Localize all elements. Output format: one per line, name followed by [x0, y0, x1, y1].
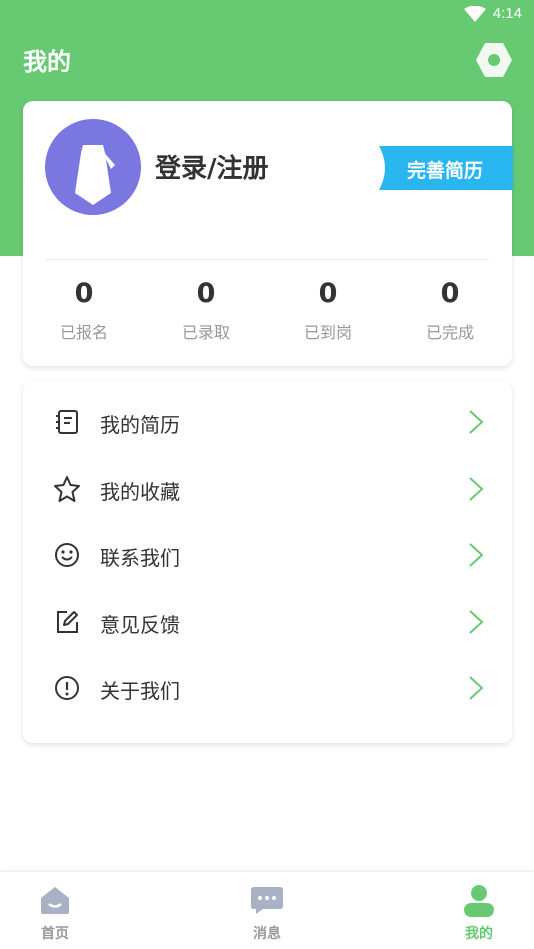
wifi-icon [464, 6, 486, 22]
stats-row: 0 已报名 0 已录取 0 已到岗 0 已完成 [23, 277, 512, 347]
tab-label: 首页 [41, 926, 69, 942]
login-register-link[interactable]: 登录/注册 [155, 148, 269, 185]
resume-icon [56, 410, 78, 434]
settings-hex-icon [476, 43, 512, 77]
edit-icon [57, 611, 78, 633]
menu-item-label: 我的收藏 [100, 480, 180, 504]
complete-resume-label: 完善简历 [407, 160, 484, 182]
menu-item-contact-us[interactable]: 联系我们 [23, 521, 512, 587]
menu-item-label: 意见反馈 [100, 613, 180, 637]
stat-hired[interactable]: 0 已录取 [156, 277, 256, 343]
bottom-tab-bar: 首页 消息 我的 [0, 871, 534, 949]
menu-item-label: 我的简历 [100, 413, 180, 437]
menu-item-label: 联系我们 [100, 546, 180, 570]
tab-label: 我的 [465, 926, 493, 942]
chevron-right-icon [469, 676, 484, 700]
profile-divider [45, 259, 489, 260]
settings-button[interactable] [474, 41, 514, 79]
stat-label: 已报名 [59, 323, 108, 342]
status-time: 4:14 [492, 5, 522, 22]
avatar[interactable] [45, 119, 141, 215]
menu-item-label: 关于我们 [100, 679, 180, 703]
complete-resume-button[interactable]: 完善简历 [379, 146, 513, 190]
stat-value: 0 [74, 278, 94, 309]
person-icon [464, 885, 494, 917]
menu-item-about-us[interactable]: 关于我们 [23, 654, 512, 720]
star-icon [54, 476, 80, 502]
stat-label: 已到岗 [303, 323, 352, 342]
stat-value: 0 [440, 278, 460, 309]
stat-value: 0 [196, 278, 216, 309]
tab-me[interactable]: 我的 [434, 872, 524, 949]
stat-onboarded[interactable]: 0 已到岗 [278, 277, 378, 343]
page-title: 我的 [23, 48, 71, 76]
chevron-right-icon [469, 477, 484, 501]
menu-item-my-favorites[interactable]: 我的收藏 [23, 455, 512, 521]
message-icon [251, 887, 283, 914]
tab-messages[interactable]: 消息 [222, 872, 312, 949]
home-icon [41, 887, 69, 914]
tab-home[interactable]: 首页 [10, 872, 100, 949]
chevron-right-icon [469, 543, 484, 567]
chevron-right-icon [469, 610, 484, 634]
stat-value: 0 [318, 278, 338, 309]
stat-label: 已录取 [181, 323, 230, 342]
menu-item-my-resume[interactable]: 我的简历 [23, 388, 512, 454]
chevron-right-icon [469, 410, 484, 434]
smile-icon [55, 543, 79, 567]
menu-item-feedback[interactable]: 意见反馈 [23, 588, 512, 654]
stat-label: 已完成 [425, 323, 474, 342]
avatar-tie-icon [75, 145, 115, 205]
stat-completed[interactable]: 0 已完成 [400, 277, 500, 343]
status-bar: 4:14 [0, 0, 534, 30]
tab-label: 消息 [253, 926, 281, 942]
stat-applied[interactable]: 0 已报名 [34, 277, 134, 343]
menu-card: 我的简历 我的收藏 联系我们 意见反馈 关于我们 [23, 381, 512, 743]
profile-card: 登录/注册 完善简历 0 已报名 0 已录取 0 已到岗 0 已完成 [23, 101, 513, 366]
info-icon [55, 676, 79, 700]
